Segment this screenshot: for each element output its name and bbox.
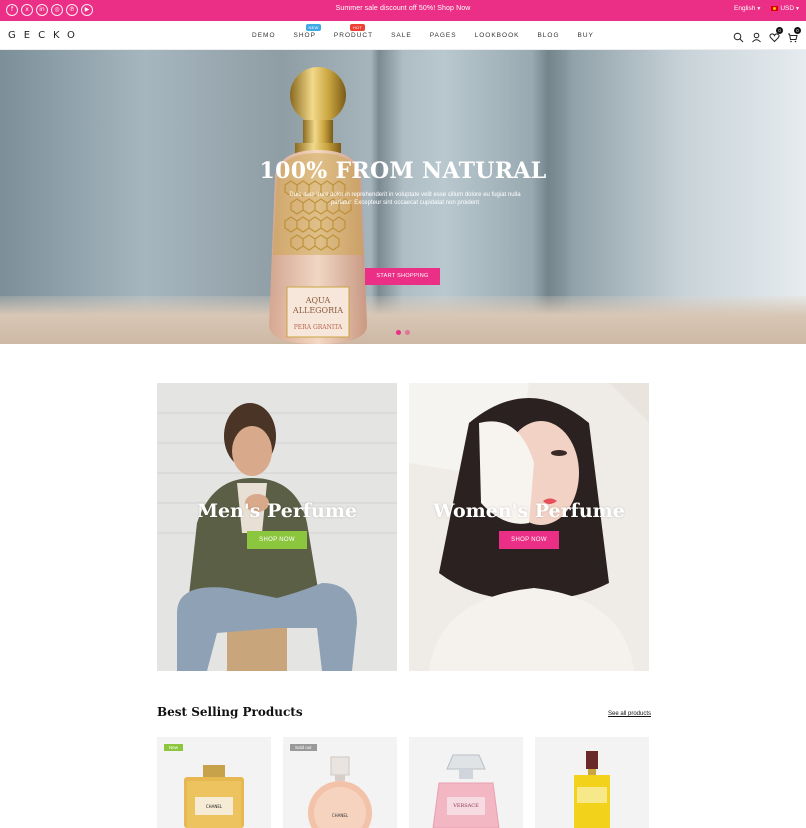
mens-perfume-title: Men's Perfume [196, 500, 358, 522]
product-brand: VERSACE [452, 803, 479, 809]
mens-shop-now-button[interactable]: SHOP NOW [247, 531, 307, 549]
nav-label: PRODUCT [333, 32, 374, 39]
nav-label: SALE [391, 32, 412, 39]
nav-blog[interactable]: BLOG [537, 32, 559, 39]
chevron-down-icon: ▼ [795, 6, 800, 12]
nav-shop[interactable]: SHOP NEW [293, 24, 322, 39]
product-card[interactable]: New CHANEL [157, 737, 271, 828]
new-badge: New [164, 744, 184, 751]
chevron-down-icon: ▼ [756, 6, 762, 12]
nav-label: DEMO [252, 32, 276, 39]
bottle-label-line2: ALLEGORIA [292, 306, 343, 315]
promo-bar: f x in ◎ ℗ ▶ Summer sale discount off 50… [0, 0, 806, 21]
product-card[interactable]: VERSACE [409, 737, 523, 828]
mens-perfume-card[interactable]: Men's Perfume SHOP NOW [157, 383, 397, 671]
new-badge: NEW [305, 24, 322, 31]
promo-text[interactable]: Summer sale discount off 50%! Shop Now [0, 5, 806, 12]
currency-selector[interactable]: USD▼ [771, 5, 800, 12]
slider-dot-1[interactable] [396, 330, 401, 335]
hero-title: 100% FROM NATURAL [259, 158, 547, 184]
product-brand: CHANEL [206, 804, 223, 809]
currency-label: USD [780, 5, 795, 12]
cart-count: 0 [794, 27, 801, 34]
search-icon[interactable] [733, 30, 744, 43]
nav-buy[interactable]: BUY [578, 32, 594, 39]
main-nav: DEMO SHOP NEW PRODUCT HOT SALE PAGES LOOKB… [252, 24, 612, 39]
woman-photo [409, 383, 649, 671]
flag-icon [771, 5, 779, 11]
hero-slider[interactable]: AQUA ALLEGORIA PERA GRANITA 100% FROM NA… [0, 50, 806, 344]
nav-label: PAGES [429, 32, 457, 39]
man-photo [157, 383, 397, 671]
wishlist-count: 0 [776, 27, 783, 34]
nav-product[interactable]: PRODUCT HOT [333, 24, 374, 39]
nav-pages[interactable]: PAGES [430, 32, 457, 39]
nav-demo[interactable]: DEMO [252, 32, 276, 39]
user-icon[interactable] [751, 30, 762, 43]
logo[interactable]: GECKO [8, 30, 83, 41]
slider-dots [396, 330, 410, 335]
nav-label: SHOP [293, 32, 316, 39]
language-label: English [734, 5, 756, 12]
hot-badge: HOT [349, 24, 365, 31]
slider-dot-2[interactable] [405, 330, 410, 335]
hero-subtitle: Duis aute irure dolor in reprehenderit i… [289, 192, 521, 206]
nav-sale[interactable]: SALE [391, 32, 412, 39]
wishlist-icon[interactable]: 0 [769, 27, 783, 43]
womens-shop-now-button[interactable]: SHOP NOW [499, 531, 559, 549]
womens-perfume-card[interactable]: Women's Perfume SHOP NOW [409, 383, 649, 671]
product-brand: CHANEL [332, 813, 349, 818]
product-card[interactable]: Sold out CHANEL [283, 737, 397, 828]
see-all-products-link[interactable]: See all products [608, 711, 651, 717]
start-shopping-button[interactable]: START SHOPPING [365, 268, 440, 285]
product-card[interactable] [535, 737, 649, 828]
womens-perfume-title: Women's Perfume [433, 500, 625, 522]
language-selector[interactable]: English▼ [734, 5, 761, 12]
bottle-label-line1: AQUA [305, 296, 331, 305]
nav-label: BLOG [537, 32, 560, 39]
cart-icon[interactable]: 0 [787, 27, 801, 43]
product-image: VERSACE [432, 754, 500, 828]
site-header: GECKO DEMO SHOP NEW PRODUCT HOT SALE PAGES… [0, 21, 806, 50]
nav-label: BUY [577, 32, 594, 39]
best-selling-title: Best Selling Products [157, 705, 303, 719]
nav-lookbook[interactable]: LOOKBOOK [475, 32, 520, 39]
nav-label: LOOKBOOK [474, 32, 520, 39]
sold-out-badge: Sold out [290, 744, 317, 751]
bottle-label-line3: PERA GRANITA [294, 324, 343, 331]
product-image [574, 751, 610, 828]
